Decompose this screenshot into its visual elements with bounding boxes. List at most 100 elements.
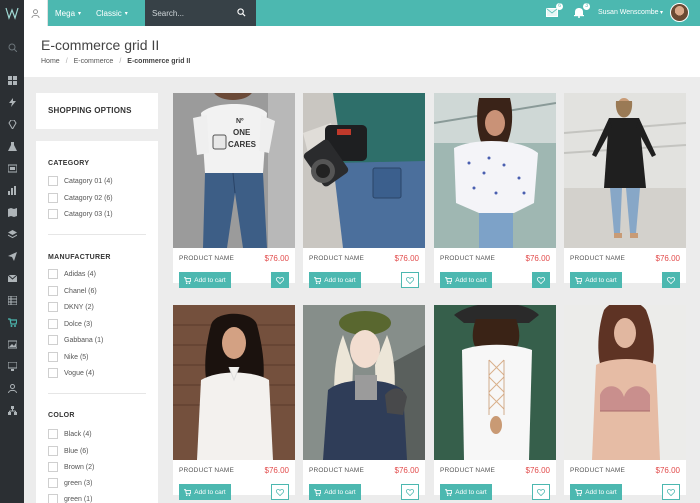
add-to-cart-button[interactable]: Add to cart xyxy=(309,484,361,500)
product-name[interactable]: PRODUCT NAME xyxy=(440,467,495,474)
search-icon[interactable] xyxy=(237,8,246,17)
checkbox[interactable] xyxy=(48,176,58,186)
product-card[interactable]: Nº ONE CARES PRODUCT NAME $76.00 Add to cart xyxy=(173,93,295,288)
manufacturer-option[interactable]: Dolce (3) xyxy=(48,319,92,329)
color-option[interactable]: Blue (6) xyxy=(48,446,89,456)
sidebar-item-diamond[interactable] xyxy=(8,119,17,130)
checkbox[interactable] xyxy=(48,462,58,472)
sidebar-item-image[interactable] xyxy=(7,340,18,349)
product-card[interactable]: PRODUCT NAME $76.00 Add to cart xyxy=(303,93,425,288)
search-input[interactable]: Search... xyxy=(145,0,256,26)
add-to-cart-button[interactable]: Add to cart xyxy=(440,484,492,500)
add-to-cart-button[interactable]: Add to cart xyxy=(309,272,361,288)
checkbox[interactable] xyxy=(48,319,58,329)
product-name[interactable]: PRODUCT NAME xyxy=(309,255,364,262)
manufacturer-option[interactable]: Nike (5) xyxy=(48,352,89,362)
mail-button[interactable]: 6 xyxy=(546,3,563,18)
wishlist-button[interactable] xyxy=(401,484,419,500)
manufacturer-option[interactable]: Gabbana (1) xyxy=(48,335,103,345)
menu-mega[interactable]: Mega ▾ xyxy=(55,0,81,26)
sidebar-item-flask[interactable] xyxy=(8,142,17,151)
color-option[interactable]: Brown (2) xyxy=(48,462,94,472)
product-image[interactable] xyxy=(434,93,556,248)
sidebar-item-bolt[interactable] xyxy=(8,98,17,107)
user-menu-button[interactable] xyxy=(24,0,48,26)
sidebar-item-stack[interactable] xyxy=(7,230,18,239)
product-image[interactable] xyxy=(173,305,295,460)
checkbox[interactable] xyxy=(48,368,58,378)
product-card[interactable]: PRODUCT NAME $76.00 Add to cart xyxy=(564,305,686,500)
add-to-cart-button[interactable]: Add to cart xyxy=(440,272,492,288)
wishlist-button[interactable] xyxy=(662,484,680,500)
sidebar-item-cart[interactable] xyxy=(8,318,18,327)
sidebar-item-layers[interactable] xyxy=(7,164,18,173)
add-to-cart-button[interactable]: Add to cart xyxy=(179,272,231,288)
sidebar-item-grid[interactable] xyxy=(8,76,17,85)
category-option[interactable]: Catagory 01 (4) xyxy=(48,176,113,186)
menu-classic[interactable]: Classic ▾ xyxy=(96,0,128,26)
wishlist-button[interactable] xyxy=(532,484,550,500)
notifications-button[interactable]: 3 xyxy=(573,3,590,18)
checkbox[interactable] xyxy=(48,193,58,203)
add-to-cart-button[interactable]: Add to cart xyxy=(570,272,622,288)
sidebar-item-table[interactable] xyxy=(7,295,18,306)
product-image[interactable] xyxy=(564,93,686,248)
checkbox[interactable] xyxy=(48,494,58,503)
checkbox[interactable] xyxy=(48,429,58,439)
wishlist-button[interactable] xyxy=(662,272,680,288)
sidebar-item-monitor[interactable] xyxy=(7,361,18,371)
checkbox[interactable] xyxy=(48,335,58,345)
color-option[interactable]: Black (4) xyxy=(48,429,92,439)
add-to-cart-button[interactable]: Add to cart xyxy=(179,484,231,500)
checkbox[interactable] xyxy=(48,478,58,488)
product-card[interactable]: PRODUCT NAME $76.00 Add to cart xyxy=(434,305,556,500)
sidebar-item-chart[interactable] xyxy=(8,186,17,195)
checkbox[interactable] xyxy=(48,209,58,219)
checkbox[interactable] xyxy=(48,302,58,312)
user-name[interactable]: Susan Wenscombe xyxy=(598,9,659,16)
sidebar-item-send[interactable] xyxy=(8,252,17,261)
checkbox[interactable] xyxy=(48,352,58,362)
wishlist-button[interactable] xyxy=(532,272,550,288)
add-to-cart-button[interactable]: Add to cart xyxy=(570,484,622,500)
product-card[interactable]: PRODUCT NAME $76.00 Add to cart xyxy=(303,305,425,500)
category-option[interactable]: Catagory 03 (1) xyxy=(48,209,113,219)
manufacturer-option[interactable]: DKNY (2) xyxy=(48,302,94,312)
manufacturer-option[interactable]: Chanel (6) xyxy=(48,286,97,296)
product-image[interactable] xyxy=(564,305,686,460)
manufacturer-option[interactable]: Vogue (4) xyxy=(48,368,94,378)
product-name[interactable]: PRODUCT NAME xyxy=(179,467,234,474)
product-image[interactable] xyxy=(434,305,556,460)
checkbox[interactable] xyxy=(48,446,58,456)
app-logo[interactable] xyxy=(0,0,24,26)
category-option[interactable]: Catagory 02 (6) xyxy=(48,193,113,203)
product-name[interactable]: PRODUCT NAME xyxy=(179,255,234,262)
wishlist-button[interactable] xyxy=(401,272,419,288)
product-card[interactable]: PRODUCT NAME $76.00 Add to cart xyxy=(173,305,295,500)
wishlist-button[interactable] xyxy=(271,484,289,500)
product-card[interactable]: PRODUCT NAME $76.00 Add to cart xyxy=(434,93,556,288)
product-image[interactable]: Nº ONE CARES xyxy=(173,93,295,248)
wishlist-button[interactable] xyxy=(271,272,289,288)
color-option[interactable]: green (1) xyxy=(48,494,92,503)
sidebar-item-search[interactable] xyxy=(8,43,18,53)
chevron-down-icon[interactable]: ▾ xyxy=(660,9,663,16)
avatar[interactable] xyxy=(670,3,689,22)
color-option[interactable]: green (3) xyxy=(48,478,92,488)
manufacturer-option[interactable]: Adidas (4) xyxy=(48,269,96,279)
product-name[interactable]: PRODUCT NAME xyxy=(309,467,364,474)
sidebar-item-user[interactable] xyxy=(8,384,17,394)
checkbox[interactable] xyxy=(48,286,58,296)
product-name[interactable]: PRODUCT NAME xyxy=(440,255,495,262)
product-image[interactable] xyxy=(303,93,425,248)
product-image[interactable] xyxy=(303,305,425,460)
breadcrumb-home[interactable]: Home xyxy=(41,58,60,65)
sidebar-item-sitemap[interactable] xyxy=(8,406,17,415)
product-name[interactable]: PRODUCT NAME xyxy=(570,255,625,262)
product-card[interactable]: PRODUCT NAME $76.00 Add to cart xyxy=(564,93,686,288)
breadcrumb-ecommerce[interactable]: E-commerce xyxy=(74,58,114,65)
sidebar-item-mail[interactable] xyxy=(7,274,18,283)
product-name[interactable]: PRODUCT NAME xyxy=(570,467,625,474)
checkbox[interactable] xyxy=(48,269,58,279)
sidebar-item-map[interactable] xyxy=(8,208,17,217)
